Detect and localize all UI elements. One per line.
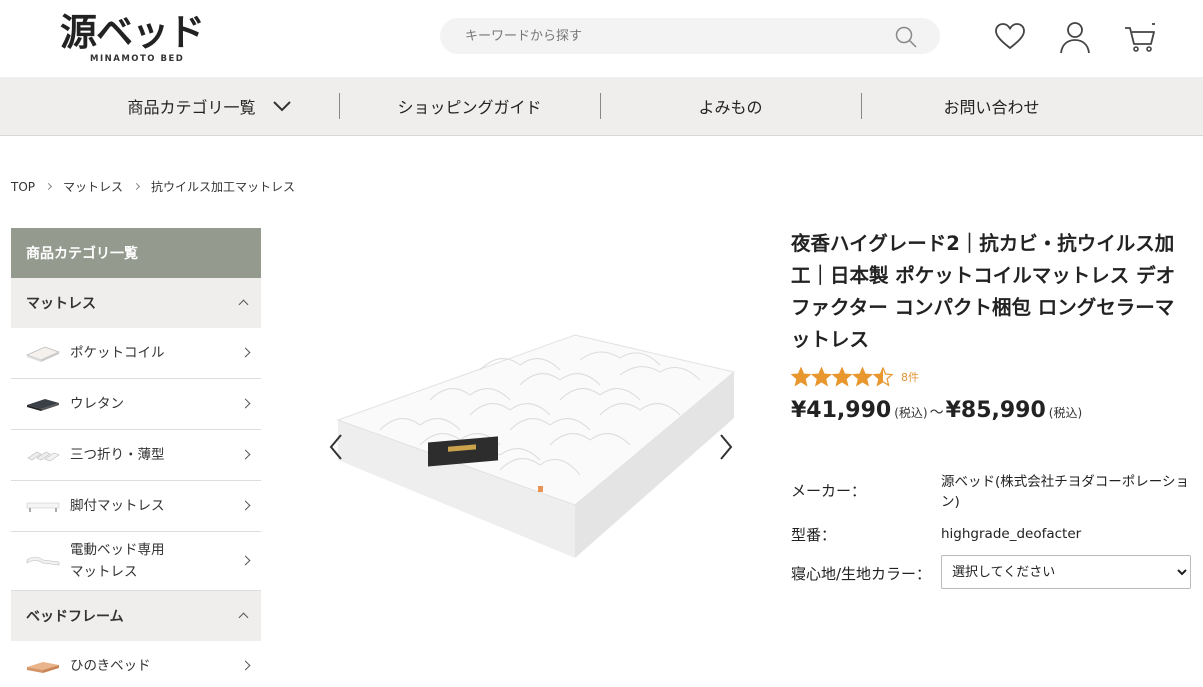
- spec-label: 寝心地/生地カラー：: [791, 565, 932, 583]
- price-range: ¥41,990 (税込) ～ ¥85,990 (税込): [791, 398, 1191, 423]
- sidebar-category-label: ベッドフレーム: [26, 609, 124, 625]
- sidebar-item-urethane[interactable]: ウレタン: [11, 379, 261, 430]
- gallery-next-arrow-icon[interactable]: [716, 432, 736, 462]
- chevron-right-icon: [240, 500, 251, 511]
- tax-label: (税込): [1048, 406, 1083, 420]
- sidebar-item-electric-bed-mattress[interactable]: 電動ベッド専用 マットレス: [11, 532, 261, 591]
- sidebar-item-pocket-coil[interactable]: ポケットコイル: [11, 328, 261, 379]
- chevron-right-icon: [240, 660, 251, 671]
- nav-item-categories[interactable]: 商品カテゴリ一覧: [79, 77, 340, 135]
- trifold-thumbnail: [27, 451, 60, 462]
- spec-label: 型番：: [791, 526, 837, 544]
- sidebar-title: 商品カテゴリ一覧: [11, 228, 261, 278]
- chevron-right-icon: [240, 449, 251, 460]
- sidebar-item-label: 三つ折り・薄型: [70, 447, 165, 463]
- sidebar-item-label: 電動ベッド専用 マットレス: [70, 542, 165, 580]
- product-gallery: [320, 320, 740, 580]
- sidebar-item-label: 脚付マットレス: [70, 498, 165, 514]
- chevron-up-icon: [238, 612, 249, 623]
- range-separator: ～: [929, 405, 944, 421]
- nav-item-label: よみもの: [698, 98, 763, 117]
- site-header: 源ベッド MINAMOTO BED: [0, 0, 1203, 77]
- breadcrumb-item[interactable]: TOP: [11, 180, 35, 194]
- star-icon: [853, 368, 872, 386]
- sidebar-item-trifold-thin[interactable]: 三つ折り・薄型: [11, 430, 261, 481]
- logo-text: 源ベッド: [60, 10, 205, 54]
- nav-item-label: お問い合わせ: [943, 98, 1040, 117]
- chevron-right-icon: [240, 398, 251, 409]
- breadcrumb: TOP マットレス 抗ウイルス加工マットレス: [11, 178, 295, 195]
- nav-item-label: 商品カテゴリ一覧: [127, 98, 256, 117]
- legged-mattress-thumbnail: [26, 502, 60, 512]
- chevron-up-icon: [238, 299, 249, 310]
- gallery-prev-arrow-icon[interactable]: [326, 432, 346, 462]
- search-box: [440, 18, 940, 54]
- search-input[interactable]: [440, 18, 880, 54]
- nav-item-contact[interactable]: お問い合わせ: [861, 77, 1122, 135]
- hinoki-bed-thumbnail: [27, 662, 59, 673]
- spec-value-model: highgrade_deofacter: [941, 526, 1082, 542]
- sidebar-item-hinoki-bed[interactable]: ひのきベッド: [11, 641, 261, 687]
- price-max: ¥85,990: [945, 398, 1046, 423]
- sidebar-item-label: ひのきベッド: [70, 658, 151, 674]
- chevron-right-icon: [240, 347, 251, 358]
- star-icon: [832, 368, 852, 386]
- product-image[interactable]: [320, 320, 740, 580]
- sidebar-item-label: ポケットコイル: [70, 345, 165, 361]
- star-icon: [791, 368, 811, 386]
- chevron-down-icon: [272, 101, 291, 112]
- chevron-right-icon: [240, 555, 251, 566]
- spec-label: メーカー：: [791, 482, 867, 500]
- review-count[interactable]: 8件: [901, 369, 919, 385]
- urethane-thumbnail: [27, 399, 59, 411]
- logo-subtext: MINAMOTO BED: [90, 54, 185, 64]
- search-icon[interactable]: [894, 25, 918, 49]
- category-sidebar: 商品カテゴリ一覧 マットレス ポケットコイル ウレタン 三つ折り・薄型 脚付マッ…: [11, 228, 261, 687]
- sidebar-category-mattress[interactable]: マットレス: [11, 278, 261, 328]
- tax-label: (税込): [894, 406, 928, 420]
- chevron-right-icon: [44, 182, 53, 191]
- nav-item-articles[interactable]: よみもの: [600, 77, 861, 135]
- sidebar-item-legged-mattress[interactable]: 脚付マットレス: [11, 481, 261, 532]
- product-rating[interactable]: 8件: [791, 366, 1191, 388]
- cart-icon[interactable]: [1123, 20, 1157, 54]
- price-min: ¥41,990: [791, 398, 892, 423]
- breadcrumb-item[interactable]: マットレス: [63, 178, 123, 195]
- sidebar-category-label: マットレス: [26, 296, 96, 312]
- product-info: 夜香ハイグレード2｜抗カビ・抗ウイルス加工｜日本製 ポケットコイルマットレス デ…: [791, 228, 1191, 423]
- color-select[interactable]: 選択してください: [941, 555, 1191, 589]
- breadcrumb-current: 抗ウイルス加工マットレス: [151, 180, 296, 194]
- rating-stars: [791, 367, 894, 387]
- chevron-right-icon: [132, 182, 141, 191]
- spec-value-maker: 源ベッド(株式会社チヨダコーポレーション): [941, 474, 1189, 510]
- sidebar-item-label: ウレタン: [70, 396, 124, 412]
- sidebar-category-bed-frame[interactable]: ベッドフレーム: [11, 591, 261, 641]
- electric-bed-mattress-thumbnail: [26, 556, 60, 566]
- nav-item-label: ショッピングガイド: [397, 98, 542, 117]
- global-nav: 商品カテゴリ一覧 ショッピングガイド よみもの お問い合わせ: [0, 77, 1203, 136]
- pocket-coil-thumbnail: [25, 346, 61, 362]
- heart-icon[interactable]: [993, 20, 1027, 54]
- star-icon: [812, 368, 831, 386]
- product-title: 夜香ハイグレード2｜抗カビ・抗ウイルス加工｜日本製 ポケットコイルマットレス デ…: [791, 232, 1176, 351]
- site-logo[interactable]: 源ベッド MINAMOTO BED: [60, 10, 208, 66]
- nav-item-shopping-guide[interactable]: ショッピングガイド: [339, 77, 600, 135]
- user-icon[interactable]: [1058, 20, 1092, 54]
- product-specs: メーカー： 源ベッド(株式会社チヨダコーポレーション) 型番： highgrad…: [791, 472, 1191, 592]
